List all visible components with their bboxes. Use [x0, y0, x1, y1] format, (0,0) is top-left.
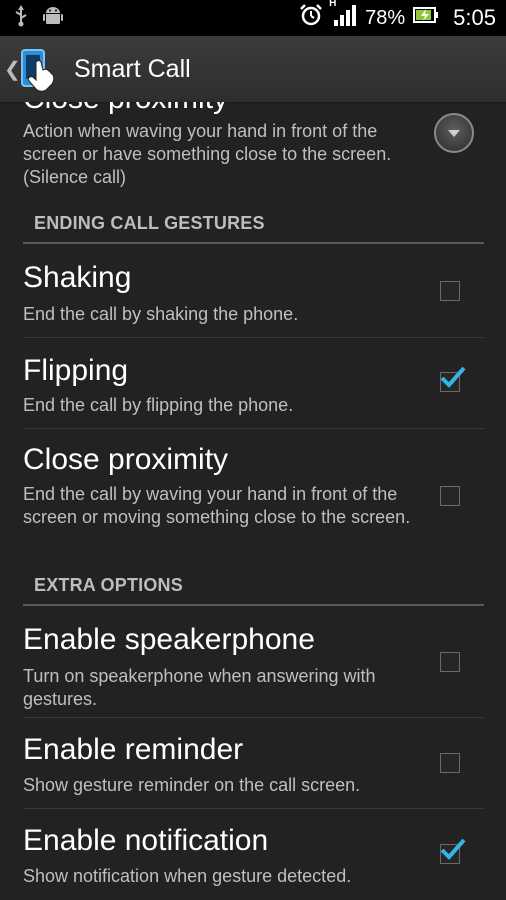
- action-bar: ❮ Smart Call: [0, 36, 506, 103]
- battery-icon: [413, 6, 439, 30]
- pref-summary: Action when waving your hand in front of…: [23, 121, 392, 187]
- status-bar: H 78% 5:05: [0, 0, 506, 36]
- category-divider: [23, 242, 484, 244]
- pref-title: Enable speakerphone: [23, 623, 315, 656]
- pref-silence-proximity[interactable]: Close proximity Action when waving your …: [0, 102, 506, 202]
- reminder-checkbox[interactable]: [440, 753, 460, 773]
- shaking-checkbox[interactable]: [440, 281, 460, 301]
- pref-enable-notification[interactable]: Enable notification Show notification wh…: [0, 809, 506, 900]
- signal-icon: H: [329, 0, 357, 32]
- pref-summary: End the call by flipping the phone.: [23, 395, 294, 415]
- pref-summary: Turn on speakerphone when answering with…: [23, 666, 376, 709]
- battery-percent: 78%: [365, 6, 406, 29]
- usb-icon: [14, 4, 28, 32]
- checkmark-icon: [440, 838, 466, 860]
- notification-checkbox[interactable]: [440, 838, 466, 864]
- speakerphone-checkbox[interactable]: [440, 652, 460, 672]
- pref-close-proximity[interactable]: Close proximity End the call by waving y…: [0, 429, 506, 561]
- preferences-list[interactable]: Close proximity Action when waving your …: [0, 102, 506, 900]
- pref-summary: Show gesture reminder on the call screen…: [23, 775, 361, 795]
- pref-title: Enable notification: [23, 824, 269, 857]
- app-title: Smart Call: [74, 54, 191, 83]
- pref-title: Enable reminder: [23, 733, 244, 766]
- alarm-icon: [299, 3, 323, 33]
- pref-summary: Show notification when gesture detected.: [23, 866, 352, 886]
- pref-shaking[interactable]: Shaking End the call by shaking the phon…: [0, 245, 506, 337]
- pref-title: Shaking: [23, 261, 132, 294]
- clock: 5:05: [453, 5, 496, 30]
- pref-title: Flipping: [23, 354, 129, 387]
- checkmark-icon: [440, 366, 466, 388]
- category-ending-call-gestures: ENDING CALL GESTURES: [34, 213, 265, 233]
- dropdown-toggle[interactable]: [434, 113, 474, 153]
- close-proximity-checkbox[interactable]: [440, 486, 460, 506]
- pref-title: Close proximity: [23, 443, 229, 476]
- pref-enable-reminder[interactable]: Enable reminder Show gesture reminder on…: [0, 718, 506, 808]
- smart-call-app-icon[interactable]: [16, 44, 66, 94]
- pref-title: Close proximity: [23, 102, 228, 116]
- pref-flipping[interactable]: Flipping End the call by flipping the ph…: [0, 338, 506, 428]
- pref-summary: End the call by waving your hand in fron…: [23, 484, 411, 527]
- flipping-checkbox[interactable]: [440, 366, 466, 392]
- category-divider: [23, 604, 484, 606]
- android-icon: [42, 5, 64, 32]
- pref-enable-speakerphone[interactable]: Enable speakerphone Turn on speakerphone…: [0, 607, 506, 717]
- category-extra-options: EXTRA OPTIONS: [34, 575, 183, 595]
- pref-summary: End the call by shaking the phone.: [23, 304, 299, 324]
- chevron-down-icon: [448, 130, 460, 137]
- back-caret-icon[interactable]: ❮: [4, 57, 21, 82]
